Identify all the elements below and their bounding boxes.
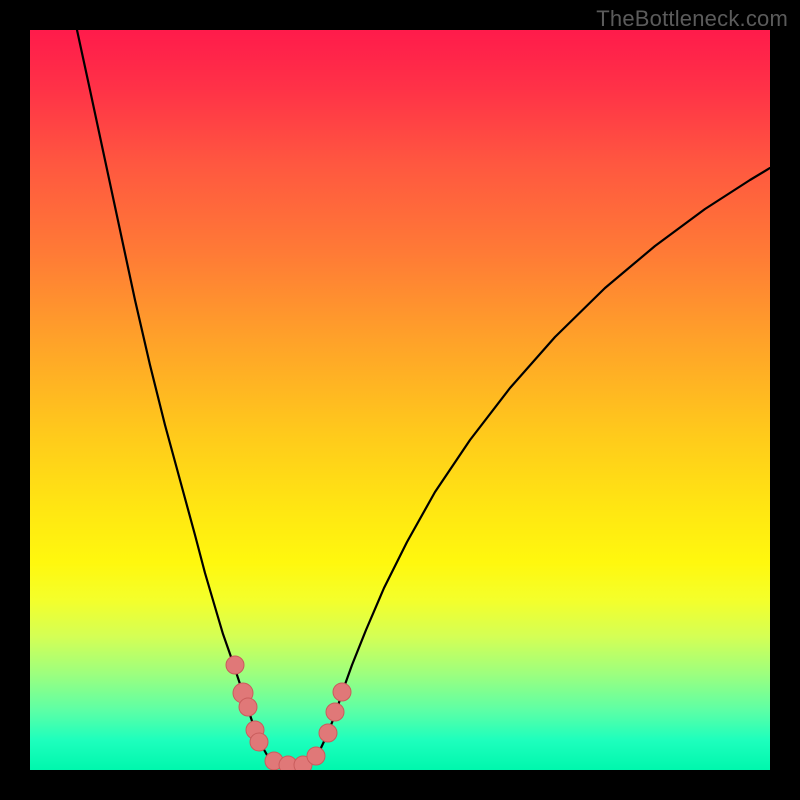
data-marker: [333, 683, 351, 701]
watermark-text: TheBottleneck.com: [596, 6, 788, 32]
marker-group: [226, 656, 351, 770]
data-marker: [307, 747, 325, 765]
chart-frame: TheBottleneck.com: [0, 0, 800, 800]
data-marker: [239, 698, 257, 716]
curve-svg: [30, 30, 770, 770]
plot-area: [30, 30, 770, 770]
data-marker: [326, 703, 344, 721]
data-marker: [250, 733, 268, 751]
curve-group: [77, 30, 770, 765]
data-marker: [319, 724, 337, 742]
data-marker: [226, 656, 244, 674]
bottleneck-curve: [77, 30, 770, 765]
